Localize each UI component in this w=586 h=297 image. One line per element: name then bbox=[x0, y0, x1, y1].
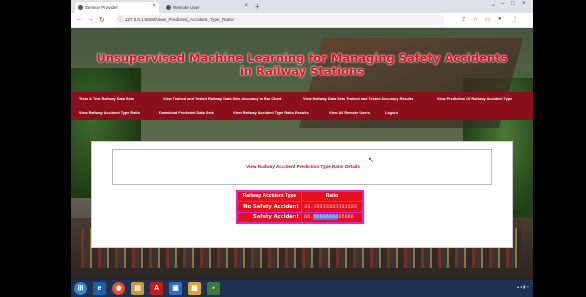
nav-menu: Train & Test Railway Data Sets View Trai… bbox=[71, 92, 533, 120]
menu-accuracy-results[interactable]: View Railway Data Sets Trained and Teste… bbox=[303, 97, 413, 101]
screen: Service Provider × Remote User × + ⌄ – □… bbox=[71, 0, 533, 297]
minimize-icon[interactable]: – bbox=[501, 1, 504, 7]
menu-train-test[interactable]: Train & Test Railway Data Sets bbox=[79, 97, 134, 101]
windows-start-icon[interactable]: ⊞ bbox=[74, 282, 87, 295]
folder-icon[interactable]: ▤ bbox=[131, 282, 144, 295]
ratio-table: Railway Accident Type Ratio No Safety Ac… bbox=[236, 190, 364, 224]
table-row: No Safety Accident 33.33333333333333 bbox=[236, 200, 364, 213]
ratio-cell: 66.6666666666666 bbox=[300, 211, 364, 224]
heading-box: View Railway Accident Prediction Type Ra… bbox=[112, 149, 492, 185]
ratio-selected-text: 66666666 bbox=[313, 214, 339, 221]
accident-type-cell: No Safety Accident bbox=[236, 200, 302, 213]
new-tab-button[interactable]: + bbox=[255, 2, 260, 11]
site-title: Unsupervised Machine Learning for Managi… bbox=[96, 51, 508, 78]
column-header: Railway Accident Type bbox=[236, 190, 302, 202]
address-bar: ← → ↻ ⓘ 127.0.0.1:8000/View_Predicted_Ac… bbox=[71, 13, 533, 28]
menu-bar-chart[interactable]: View Trained and Tested Railway Data Set… bbox=[163, 97, 281, 101]
url-text: 127.0.0.1:8000/View_Predicted_Accident_T… bbox=[125, 17, 234, 22]
menu-prediction[interactable]: View Prediction Of Railway Accident Type bbox=[437, 97, 512, 101]
tab-remote-user[interactable]: Remote User × bbox=[163, 2, 251, 13]
share-icon[interactable]: ⇪ bbox=[461, 16, 466, 23]
table-row: Safety Accident 66.6666666666666 bbox=[236, 211, 364, 224]
tab-label: Remote User bbox=[173, 5, 200, 10]
tab-label: Service Provider bbox=[85, 5, 119, 10]
web-page: Unsupervised Machine Learning for Managi… bbox=[71, 28, 533, 280]
menu-remote-users[interactable]: View All Remote Users bbox=[329, 111, 370, 115]
close-icon[interactable]: × bbox=[244, 3, 248, 9]
system-tray[interactable]: ▴ ◂ ▮ ⌁ bbox=[517, 284, 529, 289]
ratio-cell: 33.33333333333333 bbox=[300, 200, 364, 213]
close-window-icon[interactable]: × bbox=[522, 1, 526, 7]
tab-service-provider[interactable]: Service Provider × bbox=[75, 2, 159, 13]
accident-type-cell: Safety Accident bbox=[236, 211, 302, 224]
column-header: Ratio bbox=[300, 190, 364, 202]
explorer-icon[interactable]: ▦ bbox=[188, 282, 201, 295]
sidebar-icon[interactable]: ▭ bbox=[485, 16, 491, 23]
info-icon[interactable]: ⓘ bbox=[118, 15, 123, 25]
globe-icon bbox=[78, 5, 83, 10]
mouse-cursor-icon: ↖ bbox=[368, 157, 374, 164]
menu-icon[interactable]: ⋮ bbox=[512, 16, 518, 23]
ie-icon[interactable]: e bbox=[93, 282, 106, 295]
content-panel: View Railway Accident Prediction Type Ra… bbox=[91, 141, 513, 248]
ratio-suffix: 66666 bbox=[338, 214, 354, 221]
chrome-icon[interactable]: ◉ bbox=[112, 282, 125, 295]
acrobat-icon[interactable]: A bbox=[150, 282, 163, 295]
close-icon[interactable]: × bbox=[152, 3, 156, 9]
reload-icon[interactable]: ↻ bbox=[99, 16, 105, 24]
taskbar: ⊞ e ◉ ▤ A ▣ ▦ ▪ ▴ ◂ ▮ ⌁ bbox=[71, 280, 533, 297]
ratio-prefix: 66. bbox=[303, 214, 314, 221]
back-icon[interactable]: ← bbox=[76, 16, 83, 23]
url-input[interactable]: ⓘ 127.0.0.1:8000/View_Predicted_Accident… bbox=[115, 15, 445, 25]
forward-icon[interactable]: → bbox=[87, 16, 94, 23]
page-heading: View Railway Accident Prediction Type Ra… bbox=[246, 164, 360, 169]
menu-logout[interactable]: Logout bbox=[385, 111, 398, 115]
menu-ratio-results[interactable]: View Railway Accident Type Ratio Results bbox=[233, 111, 309, 115]
menu-type-ratio[interactable]: View Railway Accident Type Ratio bbox=[79, 111, 140, 115]
star-icon[interactable]: ☆ bbox=[473, 16, 478, 23]
app-icon[interactable]: ▣ bbox=[169, 282, 182, 295]
terminal-icon[interactable]: ▪ bbox=[207, 282, 220, 295]
menu-download[interactable]: Download Predicted Data Sets bbox=[159, 111, 214, 115]
browser-tabbar: Service Provider × Remote User × + ⌄ – □… bbox=[71, 0, 533, 13]
maximize-icon[interactable]: □ bbox=[511, 1, 515, 7]
globe-icon bbox=[166, 5, 171, 10]
profile-icon[interactable]: ● bbox=[498, 16, 502, 22]
tab-search-icon[interactable]: ⌄ bbox=[491, 1, 496, 8]
table-header-row: Railway Accident Type Ratio bbox=[236, 190, 364, 202]
